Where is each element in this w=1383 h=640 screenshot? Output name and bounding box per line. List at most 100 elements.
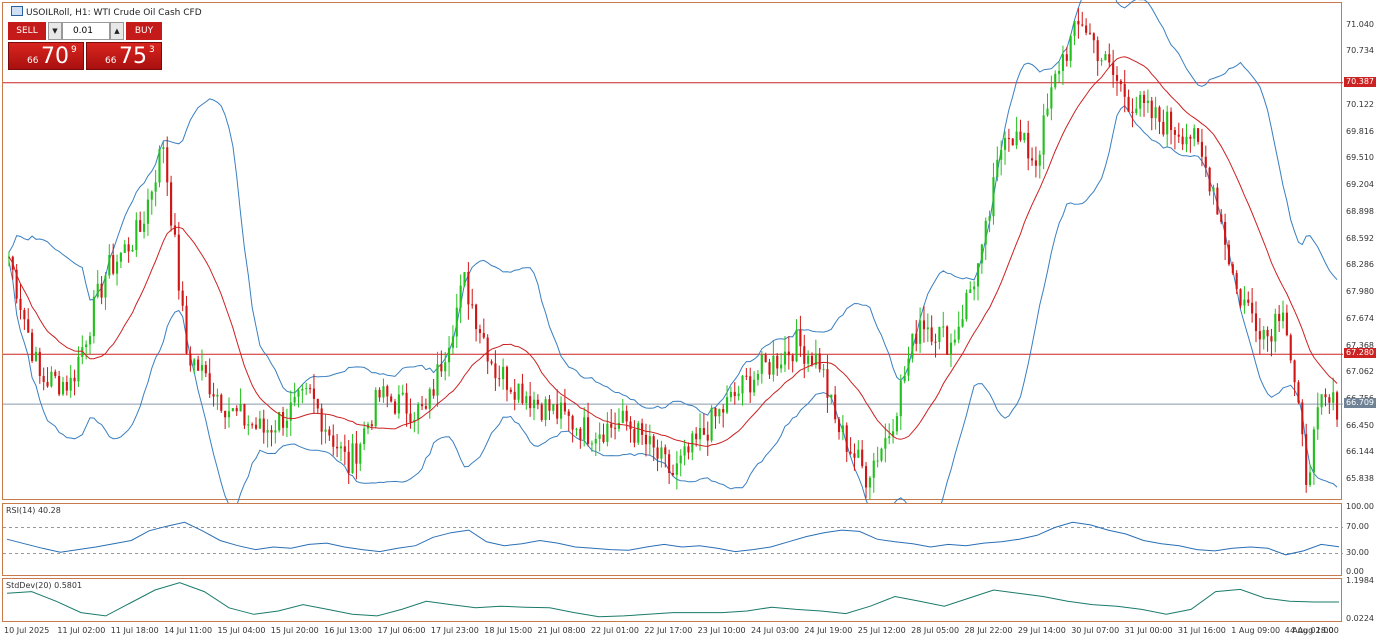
price-tick-label: 67.062	[1346, 367, 1374, 377]
candle-body	[1305, 434, 1308, 485]
buy-price-big: 75	[119, 44, 147, 69]
candle-body	[853, 453, 856, 458]
candle-body	[826, 369, 829, 398]
candle-body	[861, 449, 864, 467]
candle-body	[490, 361, 493, 364]
candle-body	[1216, 187, 1219, 215]
candle-body	[733, 391, 736, 397]
candle-body	[363, 428, 366, 445]
candle-body	[77, 356, 80, 382]
buy-button[interactable]: BUY	[126, 22, 162, 40]
candle-body	[1185, 136, 1188, 145]
candle-body	[552, 404, 555, 411]
candle-body	[969, 289, 972, 293]
horizontal-line-label: 67.280	[1344, 348, 1376, 359]
candle-body	[1104, 54, 1107, 61]
horizontal-line-label: 70.387	[1344, 76, 1376, 87]
stddev-label: StdDev(20) 0.5801	[6, 581, 83, 590]
candle-body	[706, 434, 709, 441]
candle-body	[1312, 429, 1315, 473]
time-tick-label: 11 Jul 18:00	[110, 626, 159, 635]
candle-body	[390, 396, 393, 402]
candle-body	[938, 326, 941, 343]
candle-body	[448, 347, 451, 363]
candle-body	[1227, 244, 1231, 265]
candle-body	[529, 396, 532, 409]
time-tick-label: 17 Jul 06:00	[377, 626, 426, 635]
lot-increase-button[interactable]: ▲	[110, 22, 124, 40]
candle-body	[1112, 62, 1115, 75]
candle-body	[675, 463, 678, 475]
price-tick-label: 66.144	[1346, 447, 1374, 457]
candle-body	[208, 373, 211, 395]
sell-price-button[interactable]: 66 70 9	[8, 42, 84, 70]
candle-body	[525, 396, 528, 403]
candle-body	[258, 418, 261, 429]
candle-body	[780, 364, 783, 369]
lot-decrease-button[interactable]: ▼	[48, 22, 62, 40]
candle-body	[1081, 24, 1084, 26]
candle-body	[108, 255, 111, 276]
stddev-panel[interactable]: StdDev(20) 0.5801	[2, 578, 1342, 622]
candle-body	[38, 351, 41, 376]
time-tick-label: 23 Jul 10:00	[697, 626, 746, 635]
lot-size-input[interactable]: 0.01	[62, 22, 110, 40]
candle-body	[42, 375, 45, 382]
price-tick-label: 69.204	[1346, 180, 1374, 190]
candle-body	[339, 446, 343, 449]
rsi-panel[interactable]: RSI(14) 40.28	[2, 503, 1343, 576]
candle-body	[193, 359, 196, 366]
candle-body	[834, 394, 837, 420]
candle-body	[884, 438, 887, 449]
candle-body	[266, 430, 269, 433]
price-chart-panel[interactable]: USOILRoll, H1: WTI Crude Oil Cash CFD SE…	[2, 0, 1343, 528]
candle-body	[930, 327, 933, 342]
price-tick-label: 68.592	[1346, 233, 1374, 243]
candle-body	[934, 341, 937, 343]
candle-body	[31, 332, 34, 361]
candle-body	[297, 390, 300, 397]
moving-average-line	[8, 56, 1338, 448]
candle-body	[1065, 54, 1068, 61]
candle-body	[849, 451, 852, 454]
bollinger-lower-line	[8, 104, 1338, 528]
candle-body	[660, 447, 663, 459]
time-tick-label: 1 Aug 09:00	[1231, 626, 1281, 635]
candle-body	[922, 320, 926, 330]
candle-body	[710, 407, 713, 441]
price-tick-label: 71.040	[1346, 19, 1374, 29]
time-tick-label: 30 Jul 07:00	[1071, 626, 1120, 635]
candle-body	[100, 283, 103, 298]
sell-price-small: 66	[27, 56, 39, 66]
candle-body	[451, 336, 454, 348]
candle-body	[343, 446, 346, 452]
candle-body	[1212, 187, 1215, 192]
candle-body	[1251, 302, 1254, 314]
candle-body	[1007, 137, 1010, 139]
candle-body	[1308, 472, 1312, 485]
candle-body	[729, 391, 732, 398]
sell-button[interactable]: SELL	[8, 22, 46, 40]
candle-body	[436, 364, 439, 396]
candle-body	[181, 290, 184, 306]
buy-price-small: 66	[105, 56, 117, 66]
candle-body	[104, 275, 107, 298]
candle-body	[1088, 32, 1092, 34]
candle-body	[818, 353, 821, 370]
candle-body	[872, 460, 875, 478]
candle-body	[656, 447, 659, 459]
candle-body	[1177, 134, 1180, 137]
candle-body	[351, 443, 354, 474]
candle-body	[648, 436, 651, 445]
candle-body	[583, 417, 586, 440]
rsi-tick-label: 30.00	[1346, 547, 1369, 557]
candle-body	[1320, 394, 1323, 408]
candle-body	[888, 436, 891, 439]
time-tick-label: 24 Jul 03:00	[751, 626, 800, 635]
candle-body	[1096, 40, 1099, 62]
candle-body	[679, 455, 682, 464]
price-tick-label: 70.122	[1346, 99, 1374, 109]
buy-price-button[interactable]: 66 75 3	[86, 42, 162, 70]
candle-body	[19, 298, 22, 311]
candle-body	[625, 410, 628, 422]
